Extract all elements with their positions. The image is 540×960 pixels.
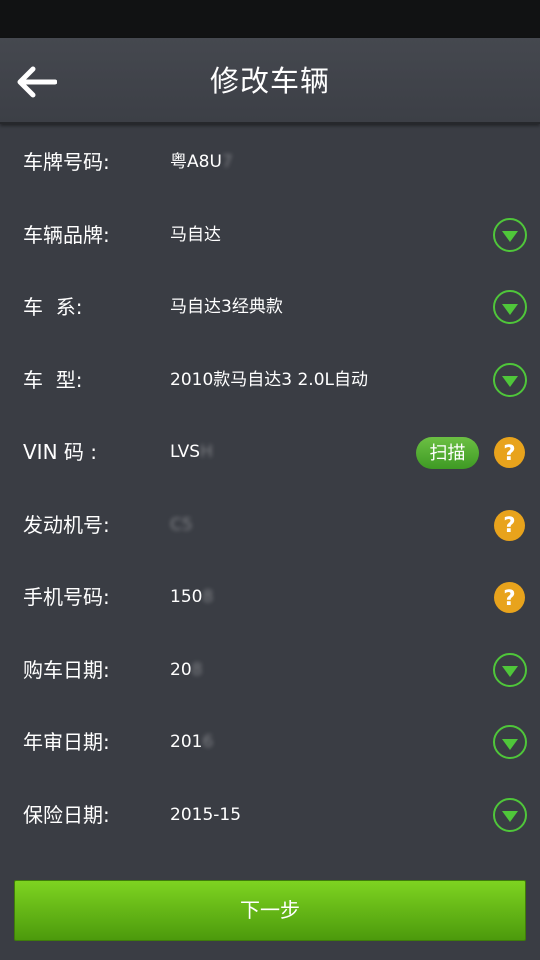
plate-number-obscured: 7 [221, 152, 233, 172]
model-value[interactable]: 2010款马自达3 2.0L自动 [170, 344, 368, 416]
vin-value: LVS [170, 442, 201, 462]
brand-label: 车辆品牌: [23, 222, 110, 247]
next-step-button[interactable]: 下一步 [14, 880, 526, 941]
row-insurance-date: 保险日期: 2015-15 [0, 779, 540, 852]
series-value[interactable]: 马自达3经典款 [170, 271, 283, 343]
phone-field[interactable]: 1508 [170, 561, 213, 633]
header: 修改车辆 [0, 38, 540, 124]
phone-value: 150 [170, 587, 203, 607]
back-button[interactable] [12, 60, 60, 104]
model-dropdown-icon[interactable] [493, 362, 527, 397]
page-title: 修改车辆 [209, 64, 330, 98]
back-arrow-icon [17, 66, 57, 98]
status-bar [0, 0, 540, 38]
plate-number-field[interactable]: 粤A8U7 [170, 126, 233, 198]
series-label: 车 系: [23, 295, 83, 319]
inspection-date-value: 201 [170, 732, 203, 752]
purchase-date-obscured: 8 [191, 659, 203, 680]
insurance-date-dropdown-icon[interactable] [493, 797, 527, 832]
inspection-date-obscured: 6 [202, 732, 214, 752]
purchase-date-value: 20 [170, 659, 192, 680]
inspection-date-label: 年审日期: [23, 730, 110, 754]
inspection-date-dropdown-icon[interactable] [493, 725, 527, 759]
engine-number-label: 发动机号: [23, 512, 110, 537]
plate-number-value: 粤A8U [170, 152, 222, 172]
purchase-date-dropdown-icon[interactable] [493, 652, 527, 687]
insurance-date-value: 201 [170, 804, 203, 825]
insurance-date-field[interactable]: 2015-15 [170, 779, 241, 851]
model-label: 车 型: [23, 367, 83, 392]
brand-value[interactable]: 马自达 [170, 199, 221, 271]
scan-button[interactable]: 扫描 [416, 437, 479, 469]
row-plate-number: 车牌号码: 粤A8U7 [0, 126, 540, 199]
engine-number-field[interactable]: C5 [170, 489, 193, 561]
phone-help-icon[interactable]: ? [494, 582, 525, 613]
vin-obscured: H [200, 442, 213, 462]
row-phone: 手机号码: 1508 ? [0, 561, 540, 634]
row-series: 车 系: 马自达3经典款 [0, 271, 540, 344]
insurance-date-obscured: 5-15 [202, 804, 242, 825]
phone-obscured: 8 [202, 587, 214, 607]
vin-help-icon[interactable]: ? [494, 437, 525, 468]
vehicle-form: 车牌号码: 粤A8U7 车辆品牌: 马自达 车 系: 马自达3经典款 车 型: … [0, 126, 540, 851]
row-vin: VIN 码 : LVSH 扫描 ? [0, 416, 540, 489]
vin-field[interactable]: LVSH [170, 416, 213, 488]
insurance-date-label: 保险日期: [23, 802, 110, 827]
series-dropdown-icon[interactable] [493, 290, 527, 324]
row-model: 车 型: 2010款马自达3 2.0L自动 [0, 344, 540, 417]
plate-number-label: 车牌号码: [23, 150, 110, 174]
engine-number-help-icon[interactable]: ? [494, 509, 525, 541]
purchase-date-field[interactable]: 208 [170, 634, 202, 706]
phone-label: 手机号码: [23, 585, 110, 609]
inspection-date-field[interactable]: 2016 [170, 706, 213, 778]
engine-number-obscured: C5 [170, 514, 193, 535]
purchase-date-label: 购车日期: [23, 657, 110, 682]
row-brand: 车辆品牌: 马自达 [0, 199, 540, 272]
vin-label: VIN 码 : [23, 440, 97, 464]
row-purchase-date: 购车日期: 208 [0, 634, 540, 707]
row-inspection-date: 年审日期: 2016 [0, 706, 540, 779]
row-engine-number: 发动机号: C5 ? [0, 489, 540, 562]
brand-dropdown-icon[interactable] [493, 217, 527, 252]
